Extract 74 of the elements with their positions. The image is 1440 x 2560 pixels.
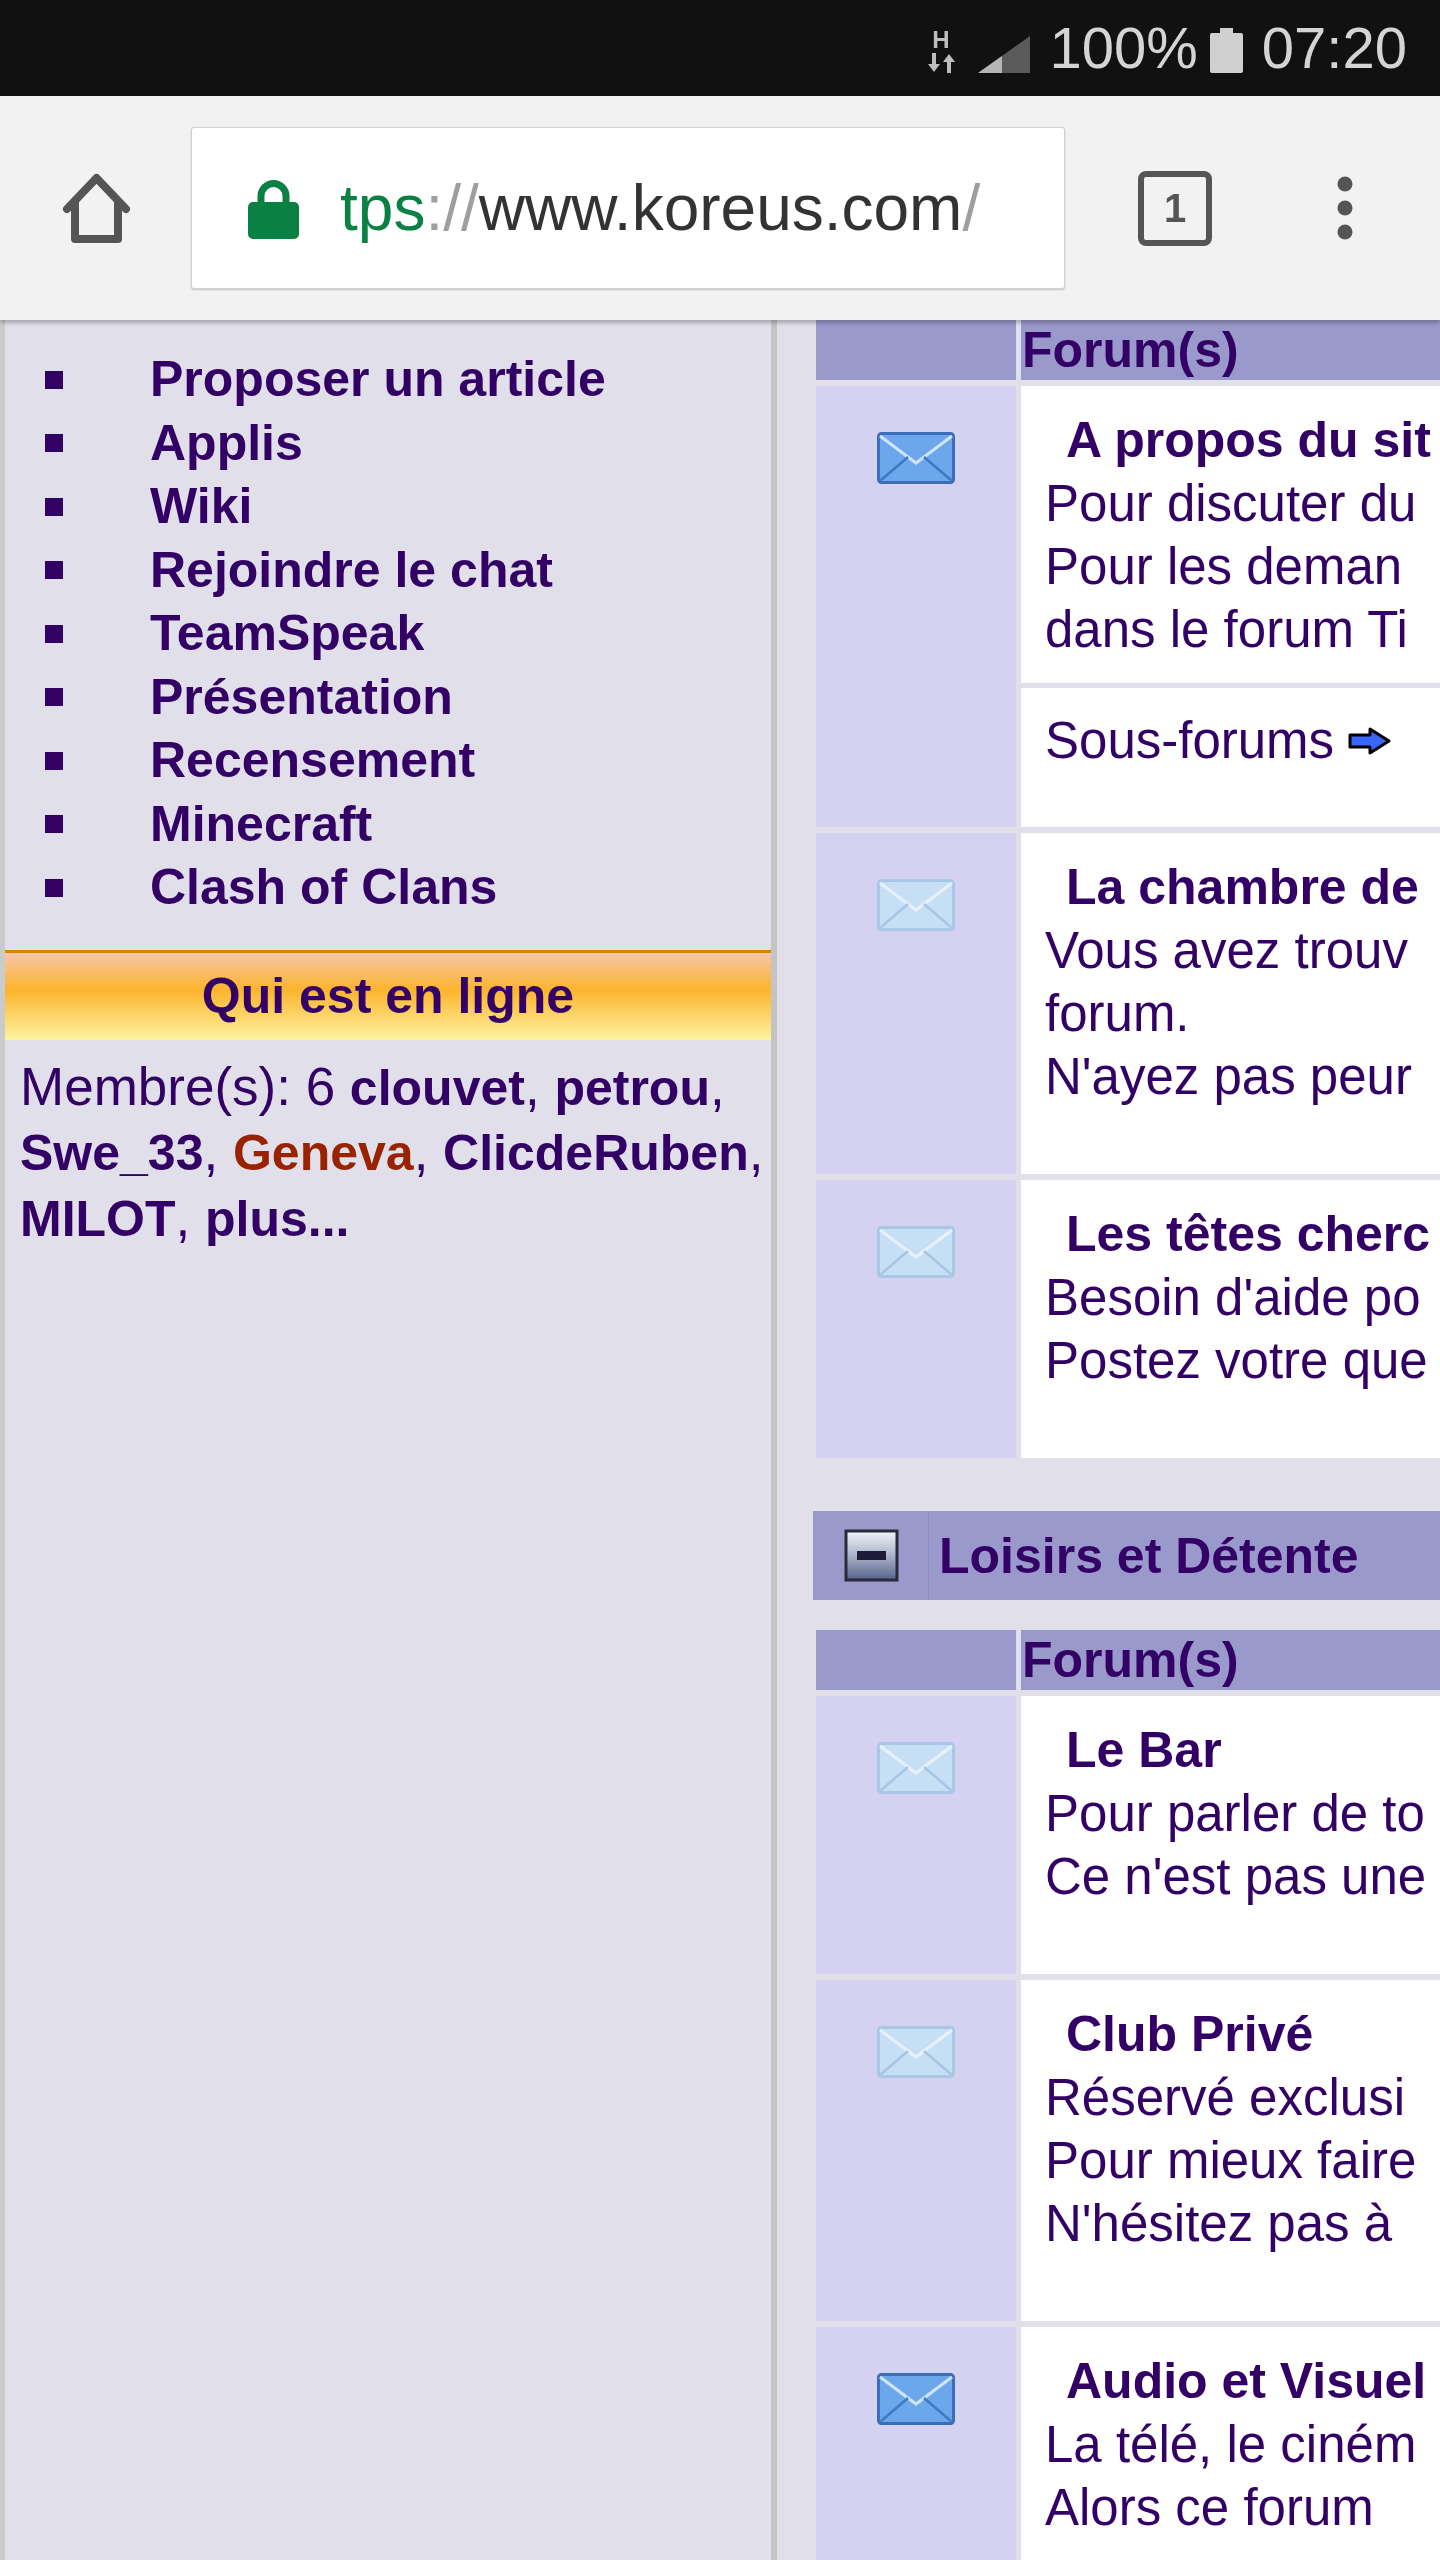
menu-button[interactable] — [1337, 176, 1353, 240]
separator-text: , — [748, 1122, 764, 1181]
menu-icon — [1337, 176, 1353, 240]
bullet-icon — [45, 370, 63, 389]
more-link[interactable]: plus... — [205, 1190, 350, 1247]
bullet-icon — [45, 688, 63, 707]
description-line: N'hésitez pas à — [1044, 2194, 1394, 2254]
description-line: La télé, le ciném — [1044, 2415, 1418, 2475]
description-line: forum. — [1044, 984, 1191, 1044]
description-line: Pour mieux faire — [1044, 2131, 1418, 2191]
column-header: Forum(s) — [1021, 1630, 1440, 1690]
right-arrow-icon[interactable] — [1348, 726, 1392, 755]
separator-text: , — [175, 1187, 191, 1247]
forum-title-link[interactable]: A propos du sit — [1021, 409, 1440, 472]
sidebar-link[interactable]: Wiki — [150, 475, 253, 539]
member-link[interactable]: Swe_33 — [20, 1125, 204, 1181]
members-count-text: Membre(s): 6 — [20, 1056, 336, 1116]
description-line: Réservé exclusi — [1044, 2068, 1406, 2128]
description-line: N'ayez pas peur — [1044, 1047, 1413, 1107]
sidebar-link[interactable]: TeamSpeak — [150, 602, 425, 666]
member-link[interactable]: petrou — [554, 1059, 710, 1116]
signal-icon — [977, 35, 1030, 73]
description-line: Ce n'est pas une — [1044, 1847, 1428, 1907]
member-link[interactable]: clouvet — [349, 1059, 525, 1116]
sidebar-link[interactable]: Proposer un article — [150, 348, 606, 412]
forum-title-link[interactable]: Club Privé — [1021, 2003, 1440, 2066]
sidebar-link[interactable]: Rejoindre le chat — [150, 538, 553, 602]
address-bar[interactable]: tps://www.koreus.com/ — [191, 127, 1065, 289]
network-type-text: H — [932, 29, 950, 51]
forum-title-link[interactable]: Audio et Visuel — [1021, 2350, 1440, 2413]
member-link[interactable]: MILOT — [20, 1190, 176, 1247]
description-line: Postez votre que — [1044, 1331, 1429, 1391]
description-line: dans le forum Ti — [1044, 600, 1409, 660]
sidebar-link[interactable]: Applis — [150, 411, 303, 475]
forum-title-link[interactable]: Le Bar — [1021, 1719, 1440, 1782]
bullet-icon — [45, 878, 63, 897]
bullet-icon — [45, 815, 63, 834]
member-link[interactable]: Geneva — [232, 1125, 414, 1181]
bullet-icon — [45, 497, 63, 516]
separator-text: , — [413, 1122, 429, 1181]
column-header: Forum(s) — [1021, 320, 1440, 380]
description-line: Pour les deman — [1044, 537, 1404, 597]
forum-title-link[interactable]: Les têtes cherc — [1021, 1203, 1440, 1266]
separator-text: , — [709, 1056, 725, 1116]
bullet-icon — [45, 624, 63, 643]
bullet-icon — [45, 561, 63, 580]
sidebar-link[interactable]: Clash of Clans — [150, 856, 498, 920]
category-title-link[interactable]: Loisirs et Détente — [939, 1526, 1359, 1585]
lock-icon — [248, 177, 299, 239]
home-button[interactable] — [62, 172, 131, 244]
description-line: Alors ce forum — [1044, 2478, 1375, 2538]
sidebar-link[interactable]: Recensement — [150, 729, 476, 793]
url-text: tps://www.koreus.com/ — [340, 170, 981, 246]
online-header: Qui est en ligne — [5, 949, 771, 1040]
bullet-icon — [45, 434, 63, 453]
forum-title-link[interactable]: La chambre de — [1021, 856, 1440, 919]
tab-switcher-button[interactable]: 1 — [1138, 170, 1212, 246]
separator-text: , — [203, 1122, 219, 1181]
data-arrows-icon — [927, 53, 955, 73]
description-line: Pour parler de to — [1044, 1784, 1426, 1844]
subforums-text: Sous-forums — [1045, 711, 1335, 771]
sidebar-link[interactable]: Minecraft — [150, 792, 373, 856]
description-line: Besoin d'aide po — [1044, 1268, 1422, 1328]
description-line: Pour discuter du — [1044, 474, 1418, 534]
clock-text: 07:20 — [1261, 19, 1407, 77]
battery-text: 100% — [1049, 19, 1198, 77]
battery-icon — [1209, 27, 1243, 73]
member-link[interactable]: ClicdeRuben — [443, 1125, 749, 1181]
bullet-icon — [45, 751, 63, 770]
sidebar-link[interactable]: Présentation — [150, 665, 453, 729]
minus-box-icon[interactable] — [844, 1529, 899, 1582]
description-line: Vous avez trouv — [1044, 921, 1409, 981]
home-icon — [62, 172, 131, 244]
separator-text: , — [524, 1056, 540, 1116]
